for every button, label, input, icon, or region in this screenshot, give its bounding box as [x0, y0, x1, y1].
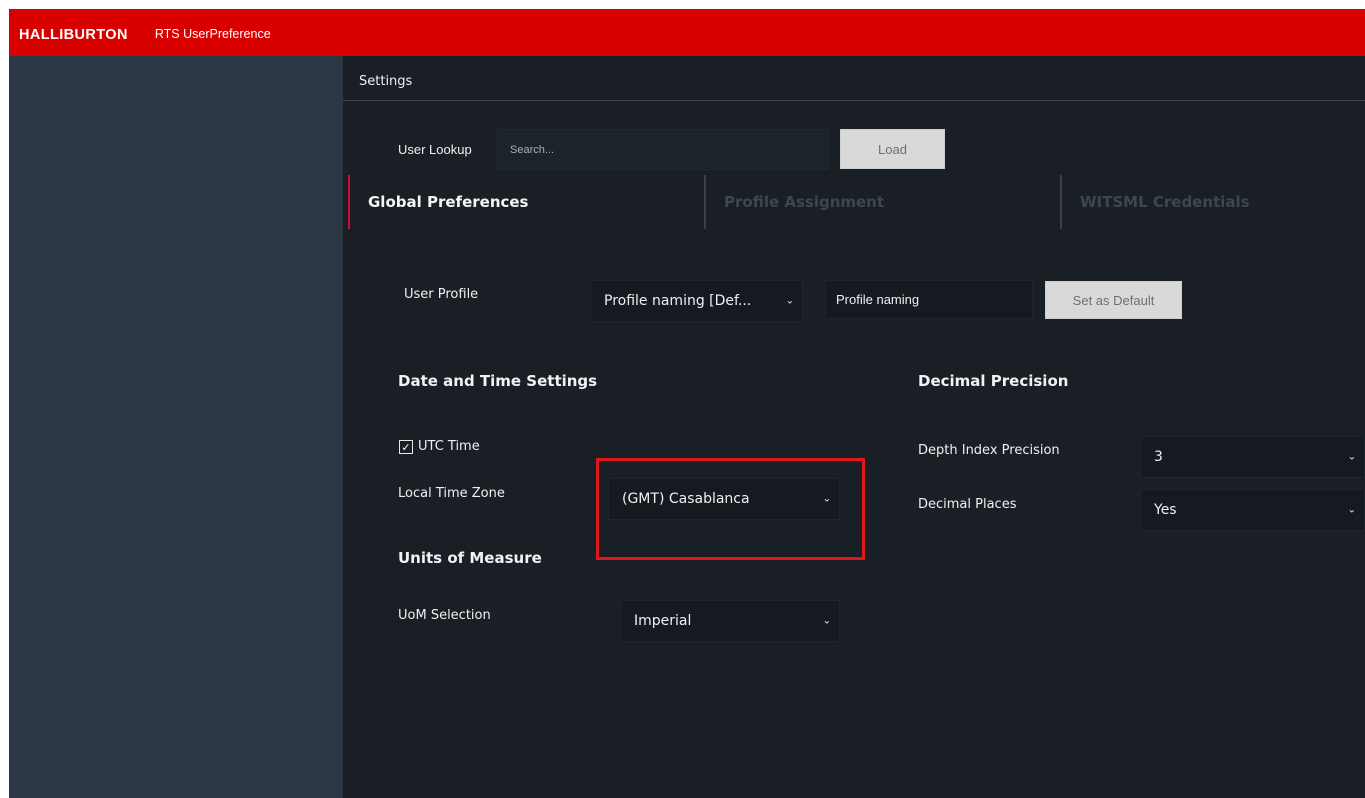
- checkmark-icon: ✓: [401, 440, 411, 454]
- user-profile-value: Profile naming [Def...: [604, 293, 752, 309]
- load-button[interactable]: Load: [840, 129, 945, 169]
- tab-global-preferences[interactable]: Global Preferences: [348, 175, 703, 229]
- depth-precision-value: 3: [1154, 449, 1163, 465]
- tab-label: Profile Assignment: [724, 193, 885, 211]
- chevron-down-icon: ⌄: [1347, 451, 1356, 463]
- tab-profile-assignment[interactable]: Profile Assignment: [704, 175, 1059, 229]
- uom-value: Imperial: [634, 613, 692, 629]
- user-lookup-label: User Lookup: [398, 142, 472, 157]
- date-time-heading: Date and Time Settings: [398, 372, 598, 390]
- uom-select[interactable]: Imperial ⌄: [620, 600, 840, 642]
- decimal-places-label: Decimal Places: [918, 497, 1017, 512]
- brand-logo: HALLIBURTON: [19, 27, 128, 43]
- tab-separator: [704, 175, 706, 229]
- chevron-down-icon: ⌄: [822, 615, 831, 627]
- page-title: Settings: [359, 74, 413, 89]
- decimal-places-select[interactable]: Yes ⌄: [1140, 489, 1365, 531]
- app-title: RTS UserPreference: [154, 27, 271, 41]
- chevron-down-icon: ⌄: [785, 295, 794, 307]
- app-window: HALLIBURTON RTS UserPreference Settings …: [0, 0, 1365, 798]
- top-bar: HALLIBURTON RTS UserPreference: [9, 9, 1365, 56]
- user-profile-label: User Profile: [404, 287, 479, 302]
- decimal-precision-heading: Decimal Precision: [918, 372, 1069, 390]
- decimal-places-value: Yes: [1154, 502, 1177, 518]
- tab-separator: [1060, 175, 1062, 229]
- tab-active-indicator: [348, 175, 350, 229]
- user-profile-select[interactable]: Profile naming [Def... ⌄: [590, 280, 803, 322]
- sidebar: [9, 56, 343, 798]
- highlight-annotation: [596, 458, 865, 560]
- depth-precision-select[interactable]: 3 ⌄: [1140, 436, 1365, 478]
- tab-label: WITSML Credentials: [1080, 193, 1250, 211]
- page-header: Settings: [343, 56, 1365, 101]
- set-as-default-button[interactable]: Set as Default: [1045, 281, 1182, 319]
- tab-label: Global Preferences: [368, 193, 529, 211]
- uom-selection-label: UoM Selection: [398, 608, 491, 623]
- chevron-down-icon: ⌄: [1347, 504, 1356, 516]
- utc-time-label: UTC Time: [418, 439, 480, 454]
- tab-witsml-credentials[interactable]: WITSML Credentials: [1060, 175, 1365, 229]
- user-search-input[interactable]: [497, 129, 829, 170]
- units-heading: Units of Measure: [398, 549, 542, 567]
- profile-name-field[interactable]: Profile naming: [825, 280, 1033, 319]
- main-content: Settings User Lookup Load Global Prefere…: [343, 56, 1365, 798]
- depth-index-precision-label: Depth Index Precision: [918, 443, 1060, 458]
- utc-time-checkbox[interactable]: ✓: [399, 440, 413, 454]
- local-time-zone-label: Local Time Zone: [398, 486, 505, 501]
